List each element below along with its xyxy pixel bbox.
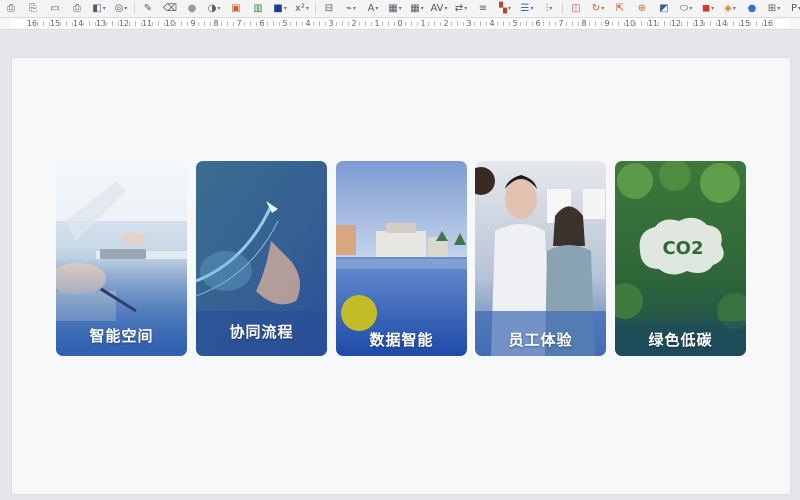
ruler-label: 16 (26, 19, 38, 28)
employee-experience-photo (475, 161, 606, 356)
ruler-label: 15 (739, 19, 751, 28)
ruler-label: 9 (190, 19, 196, 28)
card-green-low-carbon[interactable]: CO2 绿色低碳 (615, 161, 746, 356)
ruler-label: 11 (647, 19, 659, 28)
ruler-label: 12 (670, 19, 682, 28)
toolbar: ⎙ ⎘ ▭ ⎙ ◧ ▾ ◎ ▾ ✎ ⌫ ● ◑ ▾ ▣ ▥ ■ ▾ x² ▾ ⊟ ⌁ ▾ A… (0, 0, 800, 18)
shadow-icon[interactable]: ◩ (653, 1, 675, 16)
arrange-icon[interactable]: ⇱ (609, 1, 631, 16)
card-label-data-intelligence: 数据智能 (369, 331, 434, 349)
card-smart-space[interactable]: 智能空间 (56, 161, 187, 356)
ruler-label: 4 (489, 19, 495, 28)
circle-icon[interactable]: ● (181, 1, 203, 16)
card-label-employee-experience: 员工体验 (508, 331, 573, 349)
superscript-icon[interactable]: x² ▾ (291, 1, 313, 16)
horizontal-ruler[interactable]: 16 15 14 13 12 11 10 9 8 7 6 5 4 3 2 1 0 1 2 3 4 5 6 7 8 9 10 11 12 1… (0, 18, 800, 30)
ruler-label: 5 (282, 19, 288, 28)
ruler-label: 14 (72, 19, 84, 28)
group-icon[interactable]: ⊕ (631, 1, 653, 16)
format-painter-icon[interactable]: ⎙ (66, 1, 88, 16)
shape-fill-icon[interactable]: ◼ ▾ (697, 1, 719, 16)
record-icon[interactable]: ● (741, 1, 763, 16)
ruler-label: 13 (693, 19, 705, 28)
text-direction-icon[interactable]: ⇄ ▾ (450, 1, 472, 16)
print-preview-icon[interactable]: ⎘ (22, 1, 44, 16)
indent-icon[interactable]: ☰ ▾ (516, 1, 538, 16)
card-collaboration-flow[interactable]: 协同流程 (196, 161, 327, 356)
ruler-label: 2 (351, 19, 357, 28)
ruler-label: 15 (49, 19, 61, 28)
shape-icon[interactable]: ◑ ▾ (203, 1, 225, 16)
page-setup-icon[interactable]: ▭ (44, 1, 66, 16)
ruler-label: 0 (397, 19, 403, 28)
card-label-smart-space: 智能空间 (89, 327, 154, 345)
spacing-icon[interactable]: AV ▾ (428, 1, 450, 16)
link-icon[interactable]: ⌁ ▾ (340, 1, 362, 16)
table-icon[interactable]: ▦ ▾ (406, 1, 428, 16)
data-intelligence-photo (336, 161, 467, 356)
ruler-label: 4 (305, 19, 311, 28)
ruler-label: 1 (420, 19, 426, 28)
ruler-label: 16 (762, 19, 774, 28)
ruler-label: 12 (118, 19, 130, 28)
ruler-label: 6 (259, 19, 265, 28)
card-label-collaboration-flow: 协同流程 (229, 323, 294, 341)
align-icon[interactable]: ≡ (472, 1, 494, 16)
ruler-label: 5 (512, 19, 518, 28)
distribute-icon[interactable]: ⫶ ▾ (538, 1, 560, 16)
export-icon[interactable]: ⊞ ▾ (763, 1, 785, 16)
eraser-icon[interactable]: ⌫ (159, 1, 181, 16)
ruler-label: 3 (466, 19, 472, 28)
ruler-label: 3 (328, 19, 334, 28)
chart-icon[interactable]: ▥ (247, 1, 269, 16)
ruler-label: 8 (213, 19, 219, 28)
ruler-label: 8 (581, 19, 587, 28)
brush-icon[interactable]: ✎ (137, 1, 159, 16)
ruler-label: 14 (716, 19, 728, 28)
print-icon[interactable]: ⎙ (0, 1, 22, 16)
ruler-label: 7 (236, 19, 242, 28)
ruler-label: 6 (535, 19, 541, 28)
image-icon[interactable]: ▣ (225, 1, 247, 16)
picture-icon[interactable]: P▾ (785, 1, 800, 16)
card-data-intelligence[interactable]: 数据智能 (336, 161, 467, 356)
effects-icon[interactable]: ◈ ▾ (719, 1, 741, 16)
ruler-label: 10 (164, 19, 176, 28)
ruler-label: 2 (443, 19, 449, 28)
outline-icon[interactable]: ⬭ ▾ (675, 1, 697, 16)
rotate-icon[interactable]: ↻ ▾ (587, 1, 609, 16)
co2-badge: CO2 (653, 238, 713, 259)
table-style-icon[interactable]: ■ ▾ (269, 1, 291, 16)
card-employee-experience[interactable]: 员工体验 (475, 161, 606, 356)
crop-icon[interactable]: ◫ (565, 1, 587, 16)
co2-text: CO2 (662, 238, 704, 259)
textbox-icon[interactable]: ⊟ (318, 1, 340, 16)
ruler-label: 9 (604, 19, 610, 28)
color-grid-icon[interactable]: ▚ ▾ (494, 1, 516, 16)
card-label-green-low-carbon: 绿色低碳 (648, 331, 713, 349)
clear-format-icon[interactable]: ◎ ▾ (110, 1, 132, 16)
border-icon[interactable]: ▦ ▾ (384, 1, 406, 16)
ruler-label: 13 (95, 19, 107, 28)
ruler-label: 7 (558, 19, 564, 28)
text-color-icon[interactable]: ◧ ▾ (88, 1, 110, 16)
ruler-label: 11 (141, 19, 153, 28)
slide-canvas[interactable]: 智能空间 协同流程 数据智能 员工体验 CO2 绿色低碳 (12, 58, 790, 494)
ruler-label: 10 (624, 19, 636, 28)
ruler-label: 1 (374, 19, 380, 28)
font-icon[interactable]: A ▾ (362, 1, 384, 16)
